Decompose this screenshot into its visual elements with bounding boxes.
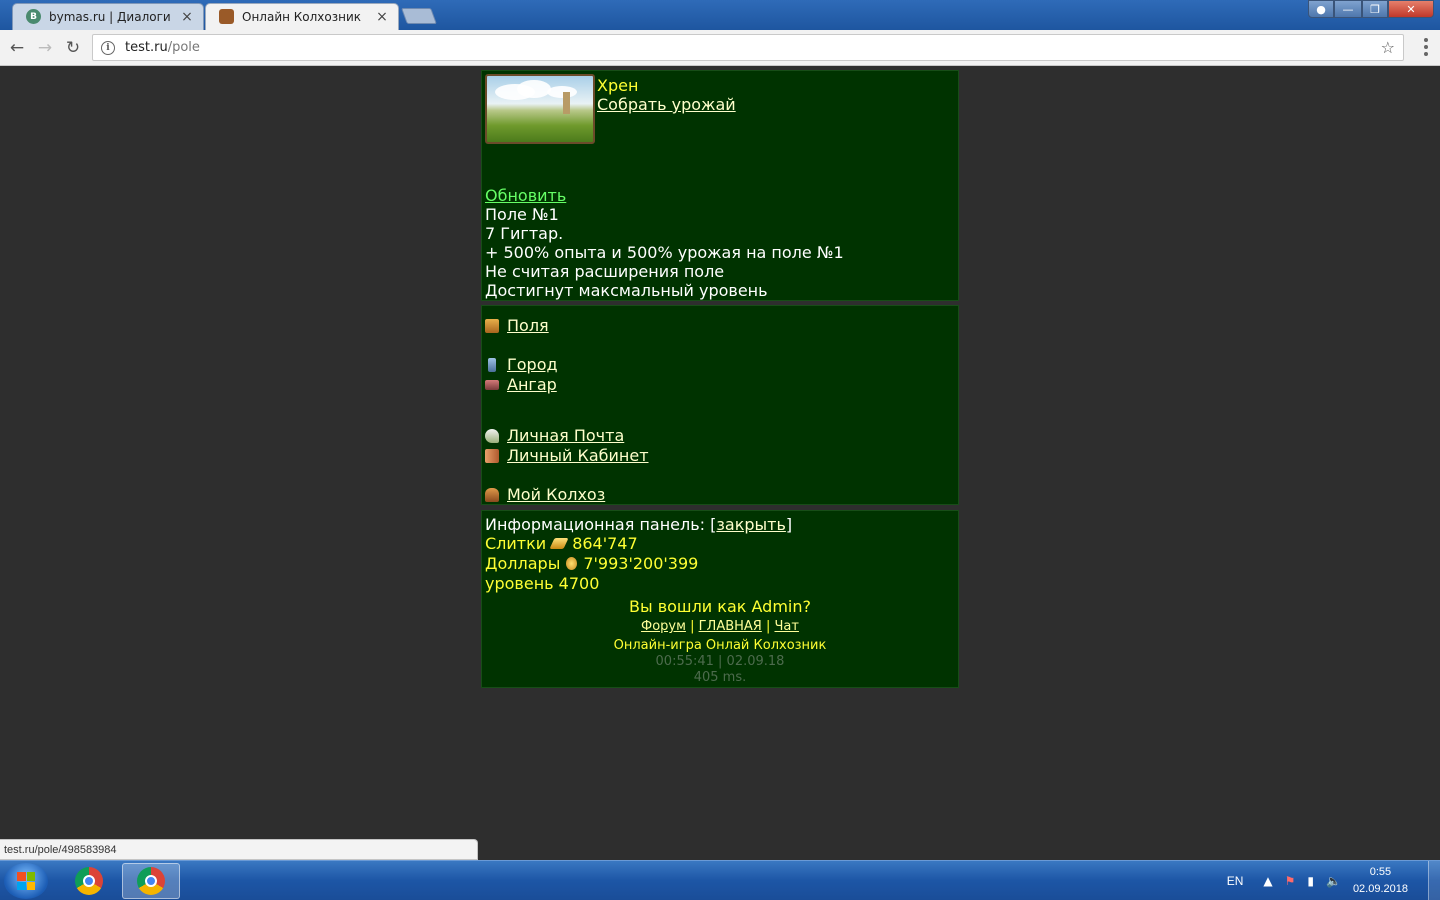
- clock-date: 02.09.2018: [1352, 883, 1408, 895]
- info-panel-header: Информационная панель: [закрыть]: [485, 515, 792, 534]
- navigation-panel: Поля Город Ангар Личная Почта Личный Каб…: [481, 305, 959, 505]
- close-window-button[interactable]: ✕: [1388, 0, 1434, 18]
- url-host: test.ru: [125, 40, 168, 55]
- fields-link[interactable]: Поля: [507, 316, 549, 335]
- bracket-close: ]: [785, 515, 793, 534]
- forward-arrow-icon[interactable]: →: [34, 37, 56, 59]
- game-favicon-icon: [219, 9, 234, 24]
- url-path: /pole: [167, 40, 200, 55]
- separator: |: [765, 619, 771, 634]
- browser-toolbar: ← → ↻ i test.ru/pole ☆: [0, 30, 1440, 66]
- field-size: 7 Гигтар.: [485, 224, 564, 243]
- chrome-icon: [137, 867, 165, 895]
- page-viewport: Хрен Собрать урожай Обновить Поле №1 7 Г…: [0, 67, 1440, 860]
- player-level: уровень 4700: [485, 574, 600, 593]
- bookmark-star-icon[interactable]: ☆: [1381, 38, 1395, 57]
- separator: |: [690, 619, 695, 634]
- level-row: уровень 4700: [485, 574, 599, 593]
- menu-item-kolkhoz[interactable]: Мой Колхоз: [485, 485, 605, 504]
- gold-bar-icon: [549, 538, 569, 549]
- dollars-value: 7'993'200'399: [583, 554, 699, 573]
- gold-bars-label: Слитки: [485, 534, 547, 553]
- network-signal-icon[interactable]: ▮: [1307, 874, 1314, 888]
- dollars-label: Доллары: [485, 554, 561, 573]
- show-desktop-button[interactable]: [1428, 861, 1440, 900]
- cabinet-link[interactable]: Личный Кабинет: [507, 446, 649, 465]
- system-clock[interactable]: 0:55 02.09.2018: [1353, 864, 1408, 898]
- vk-favicon-icon: В: [26, 9, 41, 24]
- chrome-icon: [75, 867, 103, 895]
- gold-bars-value: 864'747: [572, 534, 638, 553]
- footer-links: Форум | ГЛАВНАЯ | Чат: [482, 619, 958, 634]
- address-bar[interactable]: i test.ru/pole ☆: [92, 34, 1404, 61]
- volume-icon[interactable]: 🔈: [1326, 874, 1341, 888]
- farm-house-icon: [485, 487, 499, 502]
- city-tower-icon: [488, 357, 496, 372]
- tab-title: bymas.ru | Диалоги: [49, 9, 171, 24]
- taskbar-chrome-app[interactable]: [60, 863, 118, 899]
- crop-name: Хрен: [597, 76, 639, 95]
- maximize-button[interactable]: ❐: [1362, 0, 1388, 18]
- status-url-bubble: test.ru/pole/498583984: [0, 839, 478, 860]
- language-indicator[interactable]: EN: [1227, 874, 1244, 888]
- dollars-row: Доллары 7'993'200'399: [485, 554, 698, 573]
- windows-taskbar: EN ▲ ⚑ ▮ 🔈 0:55 02.09.2018: [0, 860, 1440, 900]
- tab-online-kolkhoznik[interactable]: Онлайн Колхозник ×: [205, 3, 399, 30]
- tab-bymas-dialogs[interactable]: В bymas.ru | Диалоги ×: [12, 3, 204, 30]
- tab-title: Онлайн Колхозник: [242, 9, 362, 24]
- clock-time: 0:55: [1369, 866, 1392, 878]
- game-name: Онлайн-игра Онлай Колхозник: [613, 638, 827, 653]
- field-bonus: + 500% опыта и 500% урожая на поле №1: [485, 243, 844, 262]
- tab-close-icon[interactable]: ×: [180, 9, 194, 25]
- kolkhoz-link[interactable]: Мой Колхоз: [507, 485, 605, 504]
- city-link[interactable]: Город: [507, 355, 558, 374]
- hangar-link[interactable]: Ангар: [507, 375, 557, 394]
- back-arrow-icon[interactable]: ←: [6, 37, 28, 59]
- new-tab-button[interactable]: [401, 8, 437, 24]
- door-icon: [485, 448, 499, 463]
- start-button[interactable]: [4, 863, 48, 899]
- menu-item-city[interactable]: Город: [485, 355, 558, 374]
- field-expansion-note: Не считая расширения поле: [485, 262, 725, 281]
- taskbar-chrome-app-active[interactable]: [122, 863, 180, 899]
- action-center-flag-icon[interactable]: ⚑: [1285, 874, 1296, 888]
- tab-close-icon[interactable]: ×: [375, 9, 389, 25]
- gold-bars-row: Слитки 864'747: [485, 534, 638, 553]
- field-landscape-image[interactable]: [485, 74, 595, 144]
- field-info: Поле №1 7 Гигтар. + 500% опыта и 500% ур…: [485, 205, 844, 300]
- harvest-link[interactable]: Собрать урожай: [597, 95, 736, 114]
- site-info-icon[interactable]: i: [101, 40, 115, 55]
- field-panel: Хрен Собрать урожай Обновить Поле №1 7 Г…: [481, 70, 959, 301]
- info-panel-close-link[interactable]: закрыть: [716, 515, 786, 534]
- reload-icon[interactable]: ↻: [62, 37, 84, 59]
- menu-item-cabinet[interactable]: Личный Кабинет: [485, 446, 649, 465]
- field-max-level: Достигнут максмальный уровень: [485, 281, 768, 300]
- minimize-button[interactable]: —: [1334, 0, 1362, 18]
- dollar-icon: [566, 557, 578, 570]
- system-tray: EN ▲ ⚑ ▮ 🔈 0:55 02.09.2018: [1227, 861, 1440, 900]
- windows-logo-icon: [17, 872, 35, 890]
- menu-item-mail[interactable]: Личная Почта: [485, 426, 624, 445]
- tractor-icon: [485, 379, 499, 390]
- info-panel: Информационная панель: [закрыть] Слитки …: [481, 510, 959, 688]
- info-panel-title: Информационная панель: [: [485, 515, 717, 534]
- show-hidden-icons-icon[interactable]: ▲: [1263, 874, 1272, 888]
- field-number: Поле №1: [485, 205, 559, 224]
- menu-item-fields[interactable]: Поля: [485, 316, 549, 335]
- chat-link[interactable]: Чат: [775, 619, 799, 634]
- main-link[interactable]: ГЛАВНАЯ: [699, 619, 762, 634]
- dove-mail-icon: [485, 428, 499, 443]
- mail-link[interactable]: Личная Почта: [507, 426, 624, 445]
- user-profile-icon[interactable]: ●: [1308, 0, 1334, 18]
- logged-in-as: Вы вошли как Admin?: [629, 597, 811, 616]
- signpost-icon: [485, 318, 499, 333]
- render-time: 405 ms.: [693, 670, 747, 685]
- menu-item-hangar[interactable]: Ангар: [485, 375, 557, 394]
- forum-link[interactable]: Форум: [641, 619, 686, 634]
- refresh-link[interactable]: Обновить: [485, 186, 566, 205]
- browser-tab-strip: В bymas.ru | Диалоги × Онлайн Колхозник …: [0, 0, 1440, 30]
- server-time: 00:55:41 | 02.09.18: [655, 654, 785, 669]
- window-controls: ● — ❐ ✕: [1308, 0, 1434, 18]
- browser-menu-icon[interactable]: [1424, 38, 1428, 56]
